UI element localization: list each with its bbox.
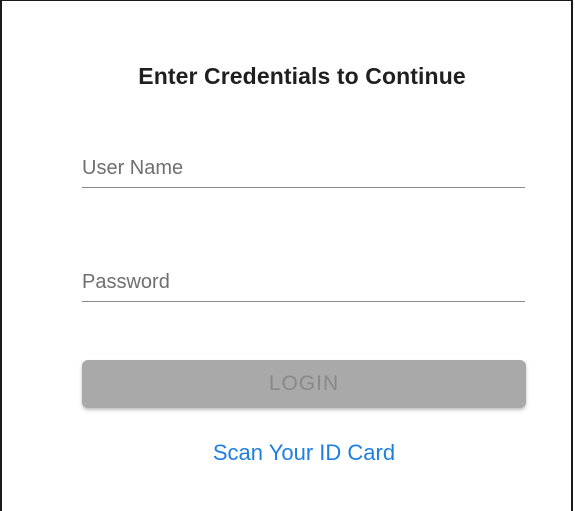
scan-id-card-link[interactable]: Scan Your ID Card <box>82 440 526 466</box>
username-input[interactable] <box>82 149 525 188</box>
login-panel: Enter Credentials to Continue LOGIN Scan… <box>0 0 573 511</box>
password-input[interactable] <box>82 263 525 302</box>
username-field-container <box>82 149 525 189</box>
password-field-container <box>82 263 525 303</box>
page-title: Enter Credentials to Continue <box>138 63 466 89</box>
login-button[interactable]: LOGIN <box>82 360 526 408</box>
